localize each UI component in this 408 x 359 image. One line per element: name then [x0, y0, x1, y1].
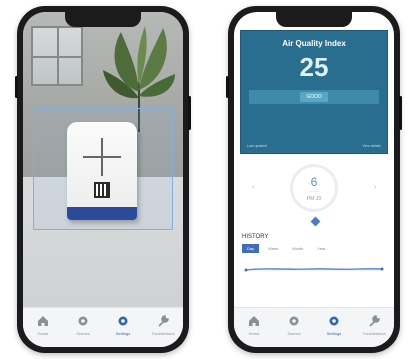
notch: [276, 12, 352, 27]
volume-button: [15, 76, 18, 98]
chart-point: [380, 267, 384, 271]
dial-separator: ———: [309, 189, 319, 193]
prev-arrow-icon[interactable]: ‹: [252, 184, 254, 191]
aqi-foot-right[interactable]: View details: [362, 144, 381, 148]
phone-right: Air Quality Index 25 GOOD Last updated V…: [226, 6, 402, 353]
nav-home[interactable]: Home: [235, 314, 273, 336]
tab-year[interactable]: Year: [312, 244, 330, 253]
nav-scenes[interactable]: Scenes: [64, 314, 102, 336]
nav-settings[interactable]: Settings: [315, 314, 353, 336]
camera-hint: Hold the device in view: [82, 252, 124, 257]
nav-label: Troubleshoot: [362, 331, 386, 336]
aqi-card[interactable]: Air Quality Index 25 GOOD Last updated V…: [240, 30, 388, 154]
aqi-foot-left[interactable]: Last updated: [247, 144, 267, 148]
tab-day[interactable]: Day: [242, 244, 260, 253]
pollutant-dial: 6 ——— PM 10: [290, 164, 338, 212]
window: [31, 26, 83, 86]
nav-label: Scenes: [76, 331, 90, 336]
wrench-icon: [158, 315, 169, 327]
home-icon: [249, 316, 259, 326]
aqi-status-badge: GOOD: [300, 92, 328, 102]
device-cross-h: [83, 156, 121, 158]
nav-home[interactable]: Home: [24, 314, 62, 336]
volume-button: [226, 76, 229, 98]
gear-icon: [78, 316, 88, 326]
history-title: HISTORY: [242, 234, 269, 240]
dial-value: 6: [310, 175, 318, 189]
history-tabs: Day Week Month Year: [242, 244, 331, 253]
aqi-status-bar: GOOD: [249, 90, 379, 104]
dial-label: PM 10: [306, 196, 322, 202]
settings-icon: [118, 316, 128, 326]
page-indicator-icon: [310, 216, 321, 227]
nav-label: Troubleshoot: [151, 331, 175, 336]
power-button: [399, 96, 402, 130]
nav-scenes[interactable]: Scenes: [275, 314, 313, 336]
qr-code: [94, 182, 110, 198]
tab-month[interactable]: Month: [287, 244, 308, 253]
aqi-title: Air Quality Index: [282, 39, 346, 48]
history-chart: [244, 267, 384, 272]
device-base: [67, 207, 137, 220]
nav-label: Home: [248, 331, 260, 336]
screen-left: Hold the device in view Home Scenes Sett…: [23, 12, 183, 347]
nav-label: Settings: [115, 331, 131, 336]
phone-left: Hold the device in view Home Scenes Sett…: [15, 6, 191, 353]
gear-icon: [289, 316, 299, 326]
camera-view: Hold the device in view: [23, 12, 183, 307]
air-sensor-device: [67, 122, 137, 220]
nav-settings[interactable]: Settings: [104, 314, 142, 336]
bottom-nav: Home Scenes Settings Troubleshoot: [23, 307, 183, 347]
nav-label: Home: [37, 331, 49, 336]
aqi-footer: Last updated View details: [247, 144, 381, 148]
nav-troubleshoot[interactable]: Troubleshoot: [355, 314, 393, 336]
settings-icon: [329, 316, 339, 326]
bottom-nav: Home Scenes Settings Troubleshoot: [234, 307, 394, 347]
wrench-icon: [369, 315, 380, 327]
notch: [65, 12, 141, 27]
stage: Hold the device in view Home Scenes Sett…: [0, 0, 408, 359]
screen-right: Air Quality Index 25 GOOD Last updated V…: [234, 12, 394, 347]
nav-label: Settings: [326, 331, 342, 336]
power-button: [188, 96, 191, 130]
aqi-value: 25: [299, 52, 329, 82]
home-icon: [38, 316, 48, 326]
tab-week[interactable]: Week: [263, 244, 283, 253]
chart-point: [244, 268, 248, 272]
next-arrow-icon[interactable]: ›: [374, 184, 376, 191]
nav-label: Scenes: [287, 331, 301, 336]
nav-troubleshoot[interactable]: Troubleshoot: [144, 314, 182, 336]
